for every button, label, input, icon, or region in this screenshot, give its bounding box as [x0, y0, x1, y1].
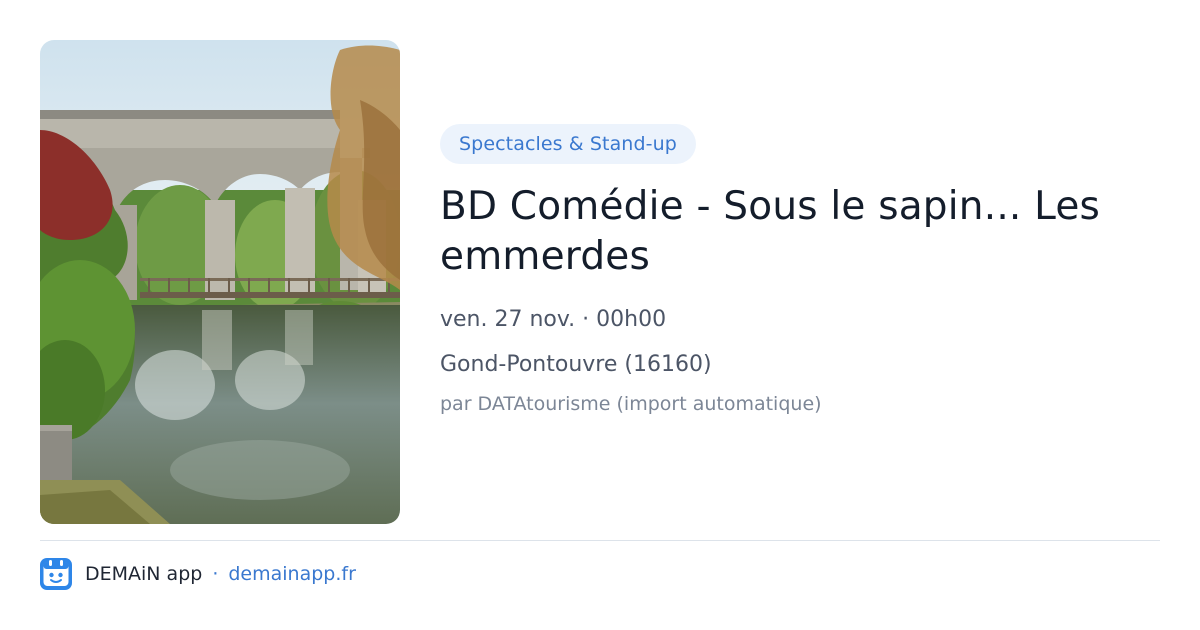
category-tag[interactable]: Spectacles & Stand-up	[440, 124, 696, 164]
event-datetime: ven. 27 nov. · 00h00	[440, 307, 667, 332]
app-name: DEMAiN app	[85, 563, 203, 585]
event-location: Gond-Pontouvre (16160)	[440, 352, 712, 377]
event-source: par DATAtourisme (import automatique)	[440, 393, 822, 415]
demain-app-logo-icon	[40, 558, 72, 590]
site-link[interactable]: demainapp.fr	[228, 563, 356, 585]
event-card[interactable]: Spectacles & Stand-up BD Comédie - Sous …	[0, 0, 1200, 630]
footer-divider	[40, 540, 1160, 541]
event-photo	[40, 40, 400, 524]
event-title[interactable]: BD Comédie - Sous le sapin... Les emmerd…	[440, 182, 1160, 282]
footer: DEMAiN app · demainapp.fr	[40, 558, 356, 590]
footer-separator: ·	[212, 563, 219, 585]
event-details: Spectacles & Stand-up BD Comédie - Sous …	[440, 124, 1160, 417]
